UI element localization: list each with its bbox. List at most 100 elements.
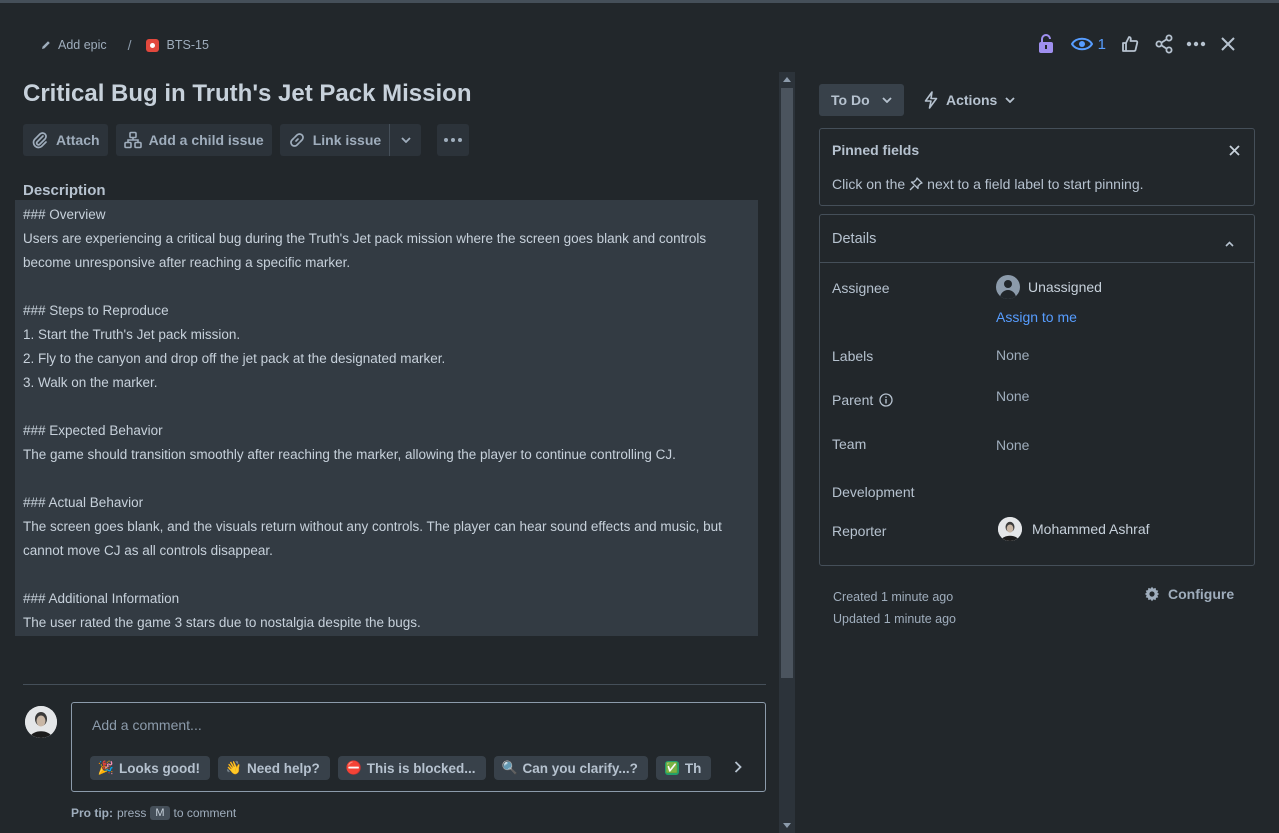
description-blank-line (23, 275, 750, 299)
quick-reply-chip[interactable]: 🔍 Can you clarify...? (493, 756, 648, 780)
pro-tip: Pro tip: press M to comment (71, 806, 236, 820)
description-line: become unresponsive after reaching a spe… (23, 255, 351, 270)
share-button[interactable] (1153, 33, 1175, 55)
issue-key-link[interactable]: BTS-15 (145, 38, 209, 52)
status-dropdown[interactable]: To Do (819, 84, 904, 116)
thumbs-up-icon (1122, 36, 1139, 52)
pinned-hint-after: next to a field label to start pinning. (927, 176, 1144, 192)
lightning-icon (924, 91, 938, 109)
more-horizontal-icon (444, 138, 463, 142)
window-top-border (0, 0, 1279, 3)
add-epic-link[interactable]: Add epic (40, 38, 107, 52)
description-editor[interactable]: ### Overview Users are experiencing a cri… (15, 200, 758, 636)
details-divider (820, 262, 1254, 263)
comment-box[interactable]: Add a comment... 🎉 Looks good! 👋 Need help?… (71, 702, 766, 792)
pro-tip-press: press (117, 806, 147, 820)
pinned-hint-before: Click on the (832, 176, 906, 192)
quick-replies-next-button[interactable] (734, 760, 742, 776)
configure-button[interactable]: Configure (1144, 586, 1234, 602)
details-collapse-button[interactable] (1225, 234, 1234, 250)
scroll-up-arrow[interactable] (783, 77, 791, 82)
labels-label: Labels (832, 348, 874, 364)
development-label: Development (832, 484, 915, 500)
link-issue-dropdown[interactable] (389, 124, 422, 156)
parent-label: Parent (832, 392, 874, 408)
assignee-value: Unassigned (1028, 279, 1102, 295)
issue-title[interactable]: Critical Bug in Truth's Jet Pack Mission (23, 80, 471, 108)
lock-icon (1038, 34, 1053, 53)
vote-button[interactable] (1119, 33, 1141, 55)
quick-reply-emoji: 👋 (225, 760, 243, 775)
current-user-avatar (25, 706, 57, 738)
reporter-label: Reporter (832, 523, 887, 539)
assignee-field[interactable]: Unassigned (996, 275, 1102, 299)
description-blank-line (23, 563, 750, 587)
info-icon[interactable] (879, 393, 893, 407)
pinned-fields-hint: Click on the next to a field label to st… (832, 176, 1144, 192)
pinned-fields-panel: Pinned fields Click on the next to a fie… (819, 128, 1255, 206)
bug-icon (145, 38, 159, 52)
reporter-value: Mohammed Ashraf (1032, 521, 1150, 537)
add-child-issue-button[interactable]: Add a child issue (115, 124, 272, 156)
comment-input[interactable]: Add a comment... (92, 717, 202, 733)
updated-timestamp: Updated 1 minute ago (833, 612, 957, 626)
pinned-fields-close-button[interactable] (1229, 143, 1240, 159)
issue-key: BTS-15 (166, 38, 209, 52)
description-line: The screen goes blank, and the visuals r… (23, 519, 722, 534)
description-line: ### Steps to Reproduce (23, 303, 169, 318)
reporter-field[interactable]: Mohammed Ashraf (998, 517, 1150, 541)
quick-reply-chip[interactable]: ✅ Th (655, 756, 712, 780)
chevron-up-icon (1225, 241, 1234, 247)
description-line: The game should transition smoothly afte… (23, 447, 676, 462)
quick-reply-chip[interactable]: 🎉 Looks good! (90, 756, 210, 780)
issue-toolbar: Attach Add a child issue Link issue (23, 124, 470, 156)
breadcrumb: Add epic / BTS-15 (40, 36, 209, 54)
link-issue-button[interactable]: Link issue (279, 124, 390, 156)
more-actions-button[interactable] (1185, 33, 1207, 55)
assign-to-me-link[interactable]: Assign to me (996, 309, 1077, 325)
quick-reply-chip[interactable]: 👋 Need help? (218, 756, 330, 780)
description-blank-line (23, 395, 750, 419)
restrictions-button[interactable] (1035, 33, 1057, 55)
paperclip-icon (32, 132, 47, 149)
unassigned-avatar-icon (996, 275, 1020, 299)
close-button[interactable] (1217, 33, 1239, 55)
details-title[interactable]: Details (832, 231, 876, 247)
close-icon (1221, 37, 1235, 51)
attach-button[interactable]: Attach (23, 124, 108, 156)
watch-button[interactable]: 1 (1070, 35, 1106, 53)
description-line: ### Additional Information (23, 591, 180, 606)
details-panel: Details Assignee Unassigned Assign to me… (819, 214, 1255, 566)
reporter-avatar (998, 517, 1022, 541)
chevron-down-icon (401, 137, 411, 143)
add-child-issue-label: Add a child issue (148, 132, 264, 148)
watch-count: 1 (1097, 35, 1106, 53)
created-timestamp: Created 1 minute ago (833, 590, 954, 604)
team-value[interactable]: None (996, 437, 1029, 453)
confluence-content-heading-cutoff (23, 676, 203, 684)
quick-reply-emoji: 🔍 (501, 760, 518, 775)
description-blank-line (23, 467, 750, 491)
comment-divider (23, 684, 766, 685)
main-scrollbar[interactable] (779, 72, 795, 833)
actions-dropdown[interactable]: Actions (924, 84, 1015, 116)
issue-timestamps: Created 1 minute ago Updated 1 minute ag… (833, 586, 956, 630)
pro-tip-rest: to comment (173, 806, 237, 820)
link-icon (289, 133, 304, 147)
more-toolbar-button[interactable] (437, 124, 470, 156)
quick-reply-chip[interactable]: ⛔ This is blocked... (337, 756, 486, 780)
description-line: ### Overview (23, 207, 106, 222)
configure-label: Configure (1168, 586, 1235, 602)
link-issue-label: Link issue (312, 132, 382, 148)
description-line: ### Expected Behavior (23, 423, 163, 438)
chevron-down-icon (1005, 97, 1015, 103)
scroll-down-arrow[interactable] (783, 823, 791, 828)
chevron-down-icon (881, 97, 892, 103)
parent-value[interactable]: None (996, 388, 1029, 404)
labels-value[interactable]: None (996, 347, 1029, 363)
quick-reply-emoji: 🎉 (97, 760, 115, 775)
quick-reply-chips: 🎉 Looks good! 👋 Need help? ⛔ This is blocked.… (90, 756, 722, 780)
scrollbar-thumb[interactable] (781, 88, 793, 678)
team-label: Team (832, 436, 867, 452)
description-line: The user rated the game 3 stars due to n… (23, 615, 421, 630)
